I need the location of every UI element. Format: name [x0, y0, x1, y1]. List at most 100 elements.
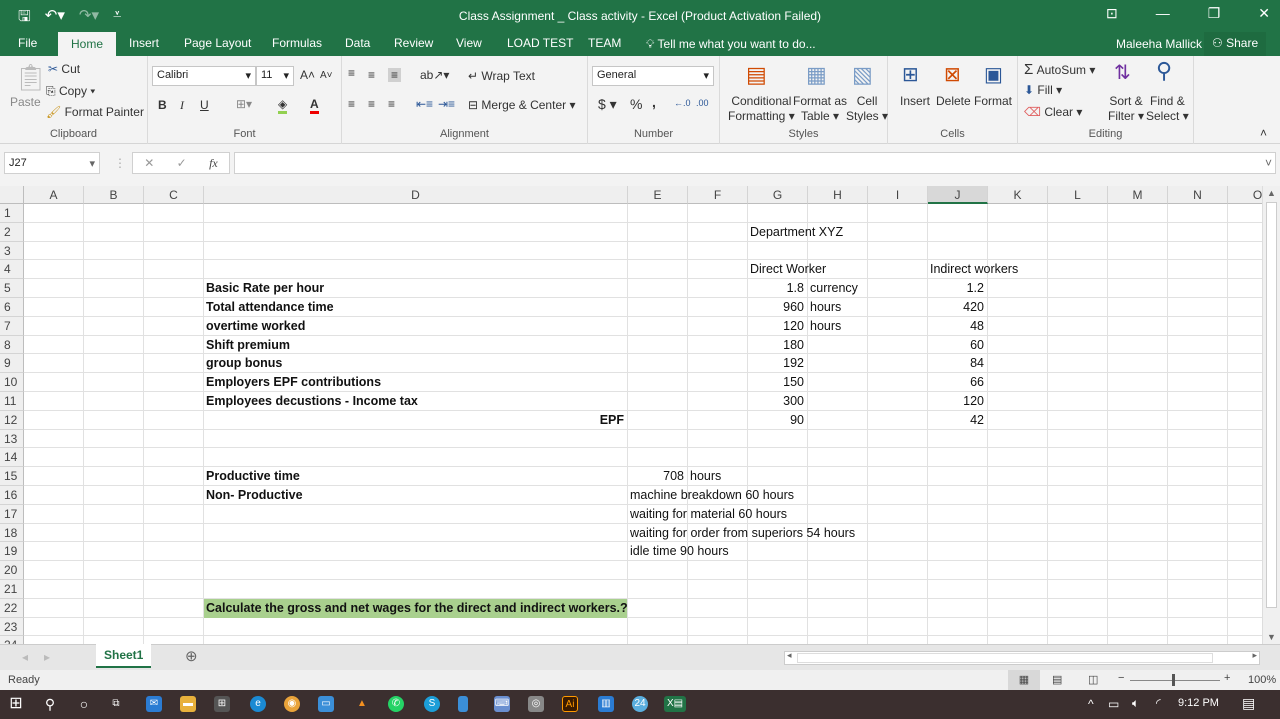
- format-button[interactable]: Format: [974, 94, 1012, 108]
- cell-d15[interactable]: Productive time: [206, 467, 300, 485]
- new-sheet-icon[interactable]: ⊕: [185, 647, 198, 665]
- cell-h7[interactable]: hours: [810, 317, 841, 335]
- row-header-19[interactable]: 19: [0, 542, 24, 562]
- cell-h5[interactable]: currency: [810, 279, 858, 297]
- row-header-21[interactable]: 21: [0, 580, 24, 599]
- cell-g5[interactable]: 1.8: [748, 279, 804, 297]
- illustrator-icon[interactable]: Ai: [562, 696, 578, 712]
- cell-j11[interactable]: 120: [928, 392, 984, 410]
- row-header-7[interactable]: 7: [0, 316, 24, 336]
- cell-d22[interactable]: Calculate the gross and net wages for th…: [204, 598, 628, 618]
- tab-load-test[interactable]: LOAD TEST: [507, 36, 573, 50]
- insert-function-icon[interactable]: fx: [209, 156, 218, 171]
- wrap-text-button[interactable]: ↵ Wrap Text: [468, 69, 535, 83]
- zoom-slider[interactable]: [1130, 680, 1220, 681]
- column-header-j[interactable]: J: [928, 186, 988, 204]
- scroll-down-icon[interactable]: ▼: [1267, 632, 1276, 642]
- cell-g2[interactable]: Department XYZ: [750, 223, 843, 241]
- page-layout-view-icon[interactable]: ▤: [1052, 673, 1062, 686]
- row-header-17[interactable]: 17: [0, 504, 24, 524]
- column-header-g[interactable]: G: [748, 186, 808, 204]
- cell-g8[interactable]: 180: [748, 336, 804, 354]
- column-header-c[interactable]: C: [144, 186, 204, 204]
- zoom-level[interactable]: 100%: [1248, 674, 1276, 686]
- search-icon[interactable]: ⚲: [42, 696, 58, 712]
- cell-g9[interactable]: 192: [748, 354, 804, 372]
- cell-d16[interactable]: Non- Productive: [206, 486, 303, 504]
- decrease-decimal-icon[interactable]: .00: [696, 98, 709, 108]
- close-button[interactable]: ✕: [1258, 5, 1270, 22]
- whatsapp-icon[interactable]: ✆: [388, 696, 404, 712]
- tab-team[interactable]: TEAM: [588, 36, 621, 50]
- edge-icon[interactable]: e: [250, 696, 266, 712]
- notifications-icon[interactable]: ▤: [1242, 695, 1255, 712]
- grow-font-icon[interactable]: A˄: [300, 68, 315, 82]
- column-header-h[interactable]: H: [808, 186, 868, 204]
- increase-indent-icon[interactable]: ⇥≡: [438, 97, 455, 111]
- underline-button[interactable]: U: [200, 98, 209, 112]
- scroll-right-icon[interactable]: ▸: [1252, 650, 1257, 661]
- align-right-icon[interactable]: ≡: [388, 97, 395, 111]
- cell-f15[interactable]: hours: [690, 467, 721, 485]
- computer-icon[interactable]: ▭: [318, 696, 334, 712]
- font-size-select[interactable]: 11 ▾: [256, 66, 294, 86]
- cell-d8[interactable]: Shift premium: [206, 336, 290, 354]
- enter-icon[interactable]: ✓: [177, 156, 187, 170]
- row-header-23[interactable]: 23: [0, 617, 24, 637]
- sort-filter-button[interactable]: Sort & Filter ▾: [1108, 94, 1144, 124]
- comma-button[interactable]: ,: [652, 94, 656, 110]
- bold-button[interactable]: B: [158, 98, 167, 112]
- format-painter-button[interactable]: 🖌︎ Format Painter: [46, 105, 144, 119]
- cell-j5[interactable]: 1.2: [928, 279, 984, 297]
- column-header-a[interactable]: A: [24, 186, 84, 204]
- fill-color-icon[interactable]: ◈: [278, 97, 288, 114]
- tab-review[interactable]: Review: [394, 36, 433, 50]
- scroll-thumb[interactable]: [1266, 202, 1277, 608]
- font-name-select[interactable]: Calibri ▾: [152, 66, 256, 86]
- cell-d10[interactable]: Employers EPF contributions: [206, 373, 381, 391]
- row-header-10[interactable]: 10: [0, 373, 24, 392]
- tab-file[interactable]: File: [18, 36, 37, 50]
- cell-d5[interactable]: Basic Rate per hour: [206, 279, 324, 297]
- cell-g10[interactable]: 150: [748, 373, 804, 391]
- row-header-13[interactable]: 13: [0, 429, 24, 449]
- task-view-icon[interactable]: ⧉: [108, 696, 124, 712]
- next-sheet-icon[interactable]: ▸: [44, 650, 50, 664]
- zoom-slider-thumb[interactable]: [1172, 674, 1175, 686]
- percent-button[interactable]: %: [630, 96, 642, 112]
- autosum-button[interactable]: Σ AutoSum ▾: [1024, 61, 1095, 78]
- paste-button[interactable]: Paste: [10, 95, 41, 109]
- cell-j9[interactable]: 84: [928, 354, 984, 372]
- cell-g7[interactable]: 120: [748, 317, 804, 335]
- skype-icon[interactable]: S: [424, 696, 440, 712]
- cell-styles-button[interactable]: Cell Styles ▾: [846, 94, 888, 124]
- normal-view-icon[interactable]: ▦: [1008, 670, 1040, 690]
- row-header-20[interactable]: 20: [0, 561, 24, 580]
- row-header-1[interactable]: 1: [0, 204, 24, 223]
- shrink-font-icon[interactable]: A˅: [320, 70, 333, 81]
- cell-e18[interactable]: waiting for order from superiors 54 hour…: [630, 524, 855, 542]
- cell-d11[interactable]: Employees decustions - Income tax: [206, 392, 418, 410]
- cell-g12[interactable]: 90: [748, 411, 804, 429]
- collapse-ribbon-icon[interactable]: ˄: [1260, 126, 1267, 140]
- number-format-select[interactable]: General ▾: [592, 66, 714, 86]
- store-icon[interactable]: ⊞: [214, 696, 230, 712]
- row-header-9[interactable]: 9: [0, 354, 24, 374]
- row-header-2[interactable]: 2: [0, 222, 24, 242]
- conditional-formatting-button[interactable]: Conditional Formatting ▾: [728, 94, 795, 124]
- row-header-22[interactable]: 22: [0, 598, 24, 618]
- share-button[interactable]: ⚇ Share: [1204, 32, 1267, 56]
- cell-e19[interactable]: idle time 90 hours: [630, 542, 729, 560]
- cell-e17[interactable]: waiting for material 60 hours: [630, 505, 787, 523]
- windows-start-icon[interactable]: ⊞: [8, 696, 24, 712]
- battery-icon[interactable]: ▭: [1108, 697, 1119, 711]
- paste-icon[interactable]: 📋︎: [14, 62, 47, 93]
- tab-formulas[interactable]: Formulas: [272, 36, 322, 50]
- tab-insert[interactable]: Insert: [129, 36, 159, 50]
- phone-icon[interactable]: [458, 696, 468, 712]
- row-header-4[interactable]: 4: [0, 260, 24, 280]
- delete-button[interactable]: Delete: [936, 94, 971, 108]
- file-explorer-icon[interactable]: ▬: [180, 696, 196, 712]
- column-header-d[interactable]: D: [204, 186, 628, 204]
- row-header-18[interactable]: 18: [0, 523, 24, 543]
